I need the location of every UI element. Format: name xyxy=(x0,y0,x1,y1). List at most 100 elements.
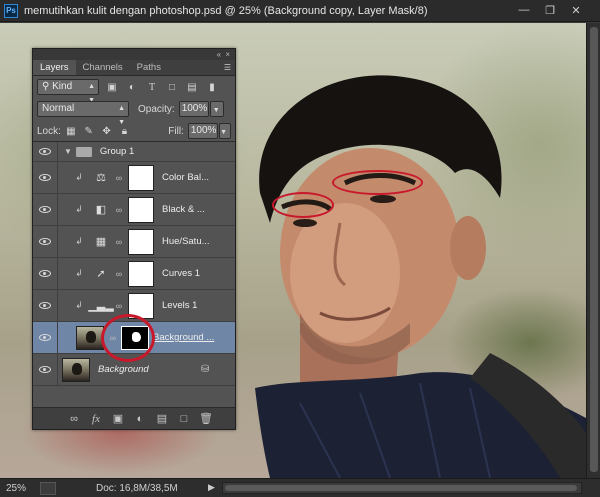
link-icon[interactable]: ∞ xyxy=(114,205,124,215)
visibility-eye-icon[interactable] xyxy=(39,238,51,245)
new-layer-icon[interactable]: □ xyxy=(173,413,195,425)
vertical-scroll-thumb[interactable] xyxy=(590,27,598,472)
fx-icon[interactable]: fx xyxy=(85,413,107,425)
vertical-scrollbar[interactable] xyxy=(586,23,600,478)
add-mask-icon[interactable]: ▣ xyxy=(107,412,129,425)
clipping-arrow-icon: ↲ xyxy=(75,172,83,182)
layer-row-background[interactable]: Background ⛁ xyxy=(33,354,235,386)
opacity-slider-button[interactable]: ▼ xyxy=(209,101,224,117)
layers-panel-footer: ∞ fx ▣ ◐ ▤ □ 🗑︎ xyxy=(33,407,235,429)
zoom-level[interactable]: 25% xyxy=(0,483,36,494)
photoshop-app-icon: Ps xyxy=(4,3,18,18)
layer-row-curves-1[interactable]: ↲ ➚ ∞ Curves 1 xyxy=(33,258,235,290)
clipping-arrow-icon: ↲ xyxy=(75,268,83,278)
layer-row-color-balance[interactable]: ↲ ⚖︎ ∞ Color Bal... xyxy=(33,162,235,194)
blend-mode-dropdown[interactable]: Normal ▲ ▼ xyxy=(37,101,129,126)
close-icon[interactable]: ✕ xyxy=(566,3,586,17)
layer-name: Group 1 xyxy=(99,146,135,157)
opacity-value: 100% xyxy=(181,103,208,114)
layers-list: ▼ Group 1 ↲ ⚖︎ ∞ Color Bal... ↲ ◧ ∞ Blac… xyxy=(33,141,235,405)
layer-mask-thumbnail[interactable] xyxy=(128,164,154,191)
layers-panel: « × Layers Channels Paths ☰ ⚲ Kind ▲▼ ▣ … xyxy=(32,48,236,430)
layer-mask-thumbnail[interactable] xyxy=(128,228,154,255)
document-title-bar: Ps memutihkan kulit dengan photoshop.psd… xyxy=(0,0,600,22)
tab-channels[interactable]: Channels xyxy=(76,60,130,75)
layer-name: Levels 1 xyxy=(162,300,198,311)
link-icon[interactable]: ∞ xyxy=(114,173,124,183)
filter-toggle-icon[interactable]: ▮ xyxy=(205,81,219,94)
layer-mask-thumbnail[interactable] xyxy=(128,196,154,223)
layer-name: Background ... xyxy=(153,332,215,343)
pixel-filter-icon[interactable]: ▣ xyxy=(105,81,119,94)
annotation-eyebrow-right xyxy=(332,170,423,195)
black-white-icon: ◧ xyxy=(95,204,107,216)
shape-filter-icon[interactable]: □ xyxy=(165,81,179,94)
link-icon[interactable]: ∞ xyxy=(114,269,124,279)
fill-field[interactable]: 100% xyxy=(187,123,218,139)
layer-thumbnail[interactable] xyxy=(76,325,104,350)
search-icon: ⚲ xyxy=(42,81,53,92)
layer-row-black-white[interactable]: ↲ ◧ ∞ Black & ... xyxy=(33,194,235,226)
visibility-eye-icon[interactable] xyxy=(39,366,51,373)
filter-kind-label: Kind xyxy=(52,81,73,92)
folder-icon xyxy=(75,146,92,157)
fill-slider-button[interactable]: ▼ xyxy=(218,123,231,139)
lock-image-icon[interactable]: ✎ xyxy=(83,125,95,138)
chevron-right-icon[interactable]: ▶ xyxy=(208,482,219,494)
panel-collapse-bar[interactable]: « × xyxy=(33,49,235,60)
chevron-down-icon[interactable]: ▼ xyxy=(64,147,72,156)
opacity-field[interactable]: 100% xyxy=(178,101,209,117)
type-filter-icon[interactable]: T xyxy=(145,81,159,94)
horizontal-scrollbar[interactable] xyxy=(222,482,582,494)
layer-row-hue-saturation[interactable]: ↲ ▦ ∞ Hue/Satu... xyxy=(33,226,235,258)
minimize-icon[interactable]: — xyxy=(514,3,534,17)
visibility-eye-icon[interactable] xyxy=(39,302,51,309)
lock-label: Lock: xyxy=(37,125,61,137)
opacity-label: Opacity: xyxy=(138,103,175,115)
restore-icon[interactable]: ❐ xyxy=(540,3,560,17)
chevron-down-icon: ▼ xyxy=(212,107,220,114)
visibility-eye-icon[interactable] xyxy=(39,174,51,181)
curves-icon: ➚ xyxy=(96,268,106,280)
trash-icon[interactable]: 🗑︎ xyxy=(195,412,217,425)
layer-row-background-copy[interactable]: ∞ Background ... xyxy=(33,314,235,362)
layer-name: Background xyxy=(98,364,149,375)
layer-name: Hue/Satu... xyxy=(162,236,210,247)
annotation-eyebrow-left xyxy=(272,192,334,218)
clipping-arrow-icon: ↲ xyxy=(75,236,83,246)
filter-kind-dropdown[interactable]: ⚲ Kind ▲▼ xyxy=(37,79,99,104)
visibility-eye-icon[interactable] xyxy=(39,334,51,341)
layer-thumbnail[interactable] xyxy=(62,357,90,382)
status-info-button[interactable] xyxy=(40,481,56,495)
new-adjustment-layer-icon[interactable]: ◐ xyxy=(129,413,151,425)
panel-menu-icon[interactable]: ☰ xyxy=(224,63,231,72)
visibility-eye-icon[interactable] xyxy=(39,148,51,155)
document-size-info: Doc: 16,8M/38,5M xyxy=(96,482,178,494)
chevron-down-icon: ▼ xyxy=(220,129,227,136)
status-bar: 25% Doc: 16,8M/38,5M ▶ xyxy=(0,478,600,497)
tab-layers[interactable]: Layers xyxy=(33,60,76,75)
document-title: memutihkan kulit dengan photoshop.psd @ … xyxy=(24,4,428,17)
layer-mask-thumbnail[interactable] xyxy=(128,260,154,287)
horizontal-scroll-thumb[interactable] xyxy=(225,485,577,491)
link-icon[interactable]: ∞ xyxy=(114,237,124,247)
tab-paths[interactable]: Paths xyxy=(130,60,168,75)
visibility-eye-icon[interactable] xyxy=(39,206,51,213)
layer-name: Curves 1 xyxy=(162,268,201,279)
link-icon[interactable]: ∞ xyxy=(114,301,124,311)
scale-icon: ⚖︎ xyxy=(96,172,106,184)
layer-row-group-1[interactable]: ▼ Group 1 xyxy=(33,142,235,162)
lock-position-icon[interactable]: ✥ xyxy=(101,125,113,138)
smart-object-filter-icon[interactable]: ▤ xyxy=(185,81,199,94)
panel-tabs: Layers Channels Paths ☰ xyxy=(33,60,235,76)
visibility-eye-icon[interactable] xyxy=(39,270,51,277)
hue-saturation-icon: ▦ xyxy=(95,236,107,248)
chevron-updown-icon: ▲▼ xyxy=(118,105,125,126)
adjustment-filter-icon[interactable]: ◐ xyxy=(125,81,139,94)
new-group-icon[interactable]: ▤ xyxy=(151,412,173,425)
blend-mode-value: Normal xyxy=(42,103,75,114)
fill-value: 100% xyxy=(190,125,217,136)
lock-transparent-icon[interactable]: ▦ xyxy=(65,125,77,138)
clipping-arrow-icon: ↲ xyxy=(75,204,83,214)
link-layers-icon[interactable]: ∞ xyxy=(63,413,85,425)
